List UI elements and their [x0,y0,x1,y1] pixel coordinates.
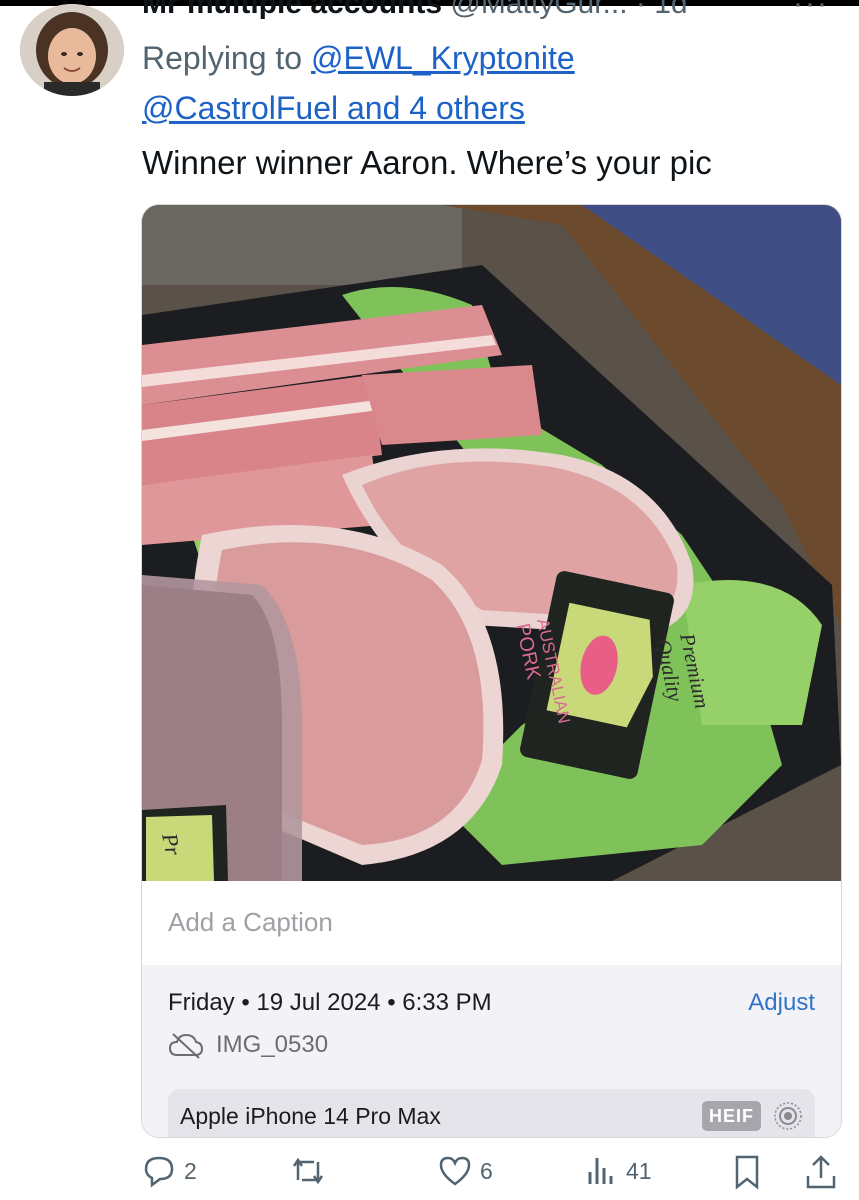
replying-to-others: @CastrolFuel and 4 others [142,86,525,130]
photo-info: Friday • 19 Jul 2024 • 6:33 PM Adjust IM… [142,965,841,1137]
more-options-button[interactable]: ··· [793,0,829,24]
retweet-icon [292,1157,324,1185]
tweet-header: Mr multiple accounts @MattyGur... · 1d ·… [142,0,859,24]
file-line: IMG_0530 [168,1031,328,1059]
reply-count: 2 [184,1157,197,1184]
caption-area[interactable]: Add a Caption [142,881,841,966]
mention-others-link[interactable]: @CastrolFuel and 4 others [142,90,525,126]
like-count: 6 [480,1157,493,1184]
share-icon [806,1155,836,1189]
reply-icon [144,1156,174,1188]
replying-to: Replying to @EWL_Kryptonite [142,36,575,80]
media-card[interactable]: Premium Quality AUSTRALIAN PORK Pr Add a… [141,204,842,1138]
reply-action[interactable]: 2 [142,1154,197,1188]
avatar-image [20,4,124,96]
views-icon [588,1158,613,1184]
mention-link[interactable]: @EWL_Kryptonite [311,40,575,76]
format-badge: HEIF [701,1101,761,1131]
adjust-button[interactable]: Adjust [748,989,815,1017]
avatar[interactable] [20,4,124,96]
filename: IMG_0530 [216,1031,329,1058]
retweet-action[interactable] [290,1154,334,1188]
photo-date: Friday • 19 Jul 2024 • 6:33 PM [168,989,492,1016]
action-bar: 2 6 41 [0,1148,859,1200]
bookmark-action[interactable] [732,1154,762,1190]
like-action[interactable]: 6 [438,1154,493,1188]
separator: · [635,0,646,20]
author-handle[interactable]: @MattyGur... [450,0,627,20]
share-action[interactable] [804,1154,838,1190]
like-icon [439,1156,471,1186]
tweet-text: Winner winner Aaron. Where’s your pic [142,144,712,181]
pork-photo[interactable]: Premium Quality AUSTRALIAN PORK Pr [142,205,841,881]
device-box: Apple iPhone 14 Pro Max HEIF [168,1089,815,1137]
replying-to-label: Replying to [142,40,311,76]
views-action[interactable]: 41 [584,1154,652,1188]
author-name[interactable]: Mr multiple accounts [142,0,442,20]
tweet-time[interactable]: 1d [654,0,687,20]
device-name: Apple iPhone 14 Pro Max [180,1103,441,1129]
caption-placeholder[interactable]: Add a Caption [168,907,333,938]
live-photo-icon [774,1102,802,1130]
views-count: 41 [626,1157,652,1184]
bookmark-icon [735,1155,759,1190]
cloud-off-icon [168,1033,204,1059]
